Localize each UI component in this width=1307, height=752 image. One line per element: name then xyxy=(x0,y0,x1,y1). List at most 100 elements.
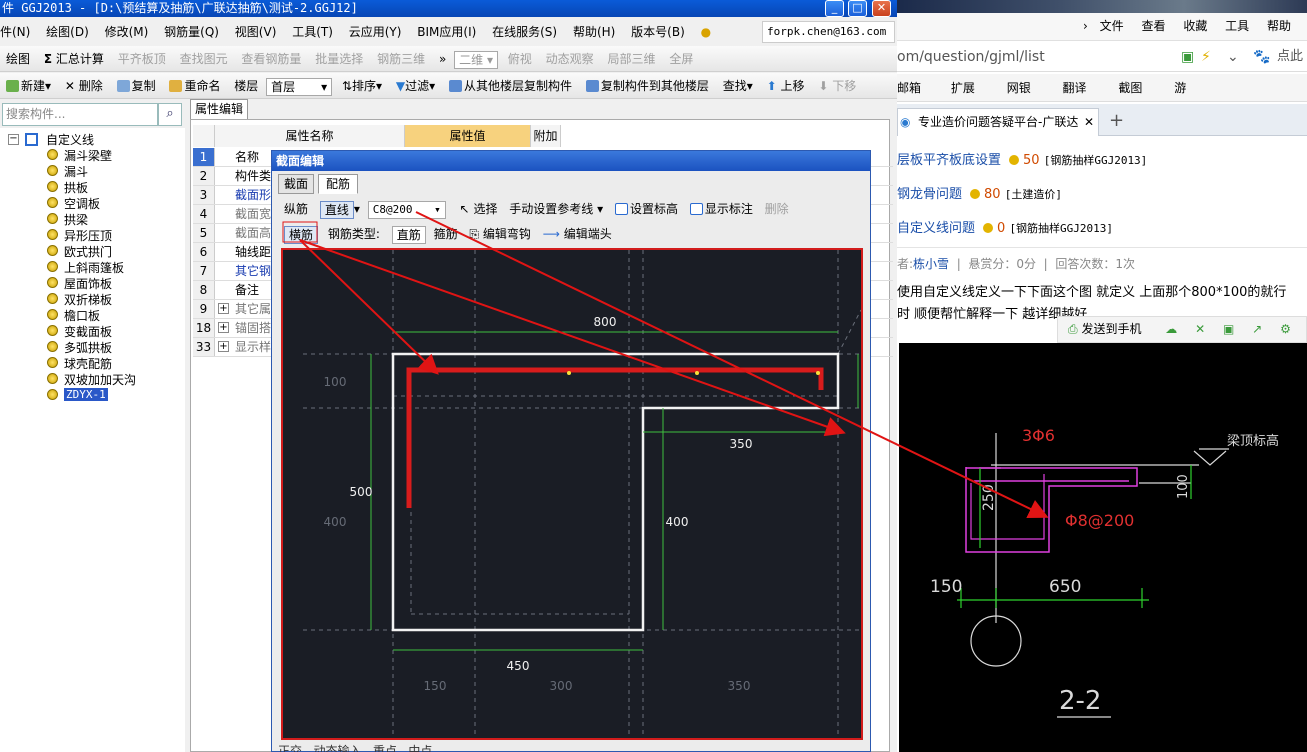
rebar-3d-button[interactable]: 钢筋三维 xyxy=(377,46,425,72)
rebar-point[interactable] xyxy=(567,371,571,375)
delete-button[interactable]: ✕ 删除 xyxy=(65,73,103,99)
save-icon[interactable]: ▣ xyxy=(1223,322,1234,336)
view-rebar-button[interactable]: 查看钢筋量 xyxy=(241,46,301,72)
netbank-button[interactable]: 网银 xyxy=(1007,81,1031,95)
snap-midpoint-toggle[interactable]: 中点 xyxy=(408,744,432,752)
maximize-button[interactable]: □ xyxy=(848,0,867,17)
tab-property-edit[interactable]: 属性编辑 xyxy=(190,99,248,119)
extensions-button[interactable]: 扩展 xyxy=(951,81,975,95)
menu-rebar[interactable]: 钢筋量(Q) xyxy=(164,21,219,43)
question-item[interactable]: 层板平齐板底设置 50 [钢筋抽样GGJ2013] xyxy=(897,150,1147,172)
menu-tools[interactable]: 工具(T) xyxy=(292,21,333,43)
rebar-point[interactable] xyxy=(695,371,699,375)
minimize-button[interactable]: _ xyxy=(825,0,844,17)
copy-button[interactable]: 复制 xyxy=(116,73,156,99)
url-dropdown-icon[interactable]: ⌄ xyxy=(1227,44,1239,70)
copy-from-floor-button[interactable]: 从其他楼层复制构件 xyxy=(449,73,572,99)
question-item[interactable]: 自定义线问题 0 [钢筋抽样GGJ2013] xyxy=(897,218,1113,240)
menu-bim[interactable]: BIM应用(I) xyxy=(417,21,476,43)
set-elevation-button[interactable]: 设置标高 xyxy=(614,197,678,221)
browser-menu-view[interactable]: 查看 xyxy=(1141,19,1165,33)
cloud-icon[interactable]: ☁ xyxy=(1165,322,1177,336)
question-title[interactable]: 层板平齐板底设置 xyxy=(897,153,1001,168)
search-icon[interactable]: ⌕ xyxy=(158,103,182,126)
tree-item[interactable]: 漏斗梁壁 xyxy=(47,147,112,164)
transverse-button[interactable]: 横筋 xyxy=(284,225,319,244)
tab-close-icon[interactable]: ✕ xyxy=(1084,109,1094,135)
tree-item[interactable]: 异形压顶 xyxy=(47,227,112,244)
local-3d-button[interactable]: 局部三维 xyxy=(607,46,655,72)
manual-ref-button[interactable]: 手动设置参考线 ▾ xyxy=(509,197,603,221)
floor-select[interactable]: 首层 ▾ xyxy=(266,77,333,96)
mail-button[interactable]: 邮箱 xyxy=(897,81,921,95)
tree-item[interactable]: 空调板 xyxy=(47,195,100,212)
settings-icon[interactable]: ⚙ xyxy=(1280,322,1291,336)
filter-button[interactable]: ▼过滤▾ xyxy=(396,73,435,99)
address-bar[interactable]: om/question/gjml/list ▣ ⚡ ⌄ 🐾 点此 xyxy=(897,44,1307,72)
dynamic-input-toggle[interactable]: 动态输入 xyxy=(313,744,361,752)
ortho-toggle[interactable]: 正交 xyxy=(278,744,302,752)
rebar-spec-input[interactable]: C8@200 ▾ xyxy=(367,200,446,219)
new-button[interactable]: 新建▾ xyxy=(6,73,51,99)
overflow-chevron-icon[interactable]: » xyxy=(439,46,446,72)
tree-item[interactable]: 漏斗 xyxy=(47,163,88,180)
browser-menu-help[interactable]: 帮助 xyxy=(1267,19,1291,33)
browser-menu-file[interactable]: 文件 xyxy=(1100,19,1124,33)
share-icon[interactable]: ↗ xyxy=(1252,322,1262,336)
browser-tab-active[interactable]: ◉ 专业造价问题答疑平台-广联达 ✕ xyxy=(897,108,1099,136)
section-canvas[interactable]: 800 100 500 400 350 400 450 150 300 350 xyxy=(281,248,863,740)
search-hint[interactable]: 点此 xyxy=(1277,44,1303,70)
rebar-type-select[interactable]: 直筋 xyxy=(391,225,426,244)
collapse-icon[interactable]: − xyxy=(8,134,19,145)
author-link[interactable]: 栋小雪 xyxy=(913,257,949,271)
translate-button[interactable]: 翻译 xyxy=(1063,81,1087,95)
baidu-icon[interactable]: 🐾 xyxy=(1253,44,1270,70)
find-element-button[interactable]: 查找图元 xyxy=(180,46,228,72)
expand-icon[interactable]: + xyxy=(218,341,229,352)
copy-to-floor-button[interactable]: 复制构件到其他楼层 xyxy=(585,73,709,99)
move-up-button[interactable]: ⬆ 上移 xyxy=(767,73,805,99)
tree-item[interactable]: 上斜雨篷板 xyxy=(47,259,124,276)
batch-select-button[interactable]: 批量选择 xyxy=(315,46,363,72)
sort-button[interactable]: ⇅排序▾ xyxy=(342,73,382,99)
tree-item[interactable]: 屋面饰板 xyxy=(47,275,112,292)
line-type-select[interactable]: 直线 xyxy=(319,200,354,219)
screenshot-button[interactable]: 截图 xyxy=(1118,81,1142,95)
tree-item[interactable]: 檐口板 xyxy=(47,307,100,324)
top-view-button[interactable]: 俯视 xyxy=(508,46,532,72)
tab-section[interactable]: 截面 xyxy=(278,174,314,194)
tree-item[interactable]: 变截面板 xyxy=(47,323,112,340)
question-item[interactable]: 钢龙骨问题 80 [土建造价] xyxy=(897,184,1062,206)
show-dimension-button[interactable]: 显示标注 xyxy=(689,197,753,221)
delete-rebar-button[interactable]: 删除 xyxy=(765,197,789,221)
move-down-button[interactable]: ⬇ 下移 xyxy=(818,73,856,99)
edit-end-button[interactable]: ⟶ 编辑端头 xyxy=(543,222,612,246)
select-button[interactable]: ↖ 选择 xyxy=(460,197,498,221)
close-button[interactable]: ✕ xyxy=(872,0,891,17)
question-title[interactable]: 自定义线问题 xyxy=(897,221,975,236)
browser-menu-favorites[interactable]: 收藏 xyxy=(1183,19,1207,33)
expand-icon[interactable]: + xyxy=(218,303,229,314)
stirrup-button[interactable]: 箍筋 xyxy=(434,222,458,246)
tree-item[interactable]: ZDYX-1 xyxy=(47,387,108,401)
tab-rebar[interactable]: 配筋 xyxy=(318,174,358,194)
expand-icon[interactable]: + xyxy=(218,322,229,333)
tree-item[interactable]: 双折梯板 xyxy=(47,291,112,308)
new-tab-icon[interactable]: + xyxy=(1109,110,1124,131)
tree-item[interactable]: 拱梁 xyxy=(47,211,88,228)
tree-item[interactable]: 双坡加加天沟 xyxy=(47,371,136,388)
dynamic-view-button[interactable]: 动态观察 xyxy=(546,46,594,72)
question-title[interactable]: 钢龙骨问题 xyxy=(897,187,962,202)
rebar-point[interactable] xyxy=(816,371,820,375)
menu-draw[interactable]: 绘图(D) xyxy=(46,21,89,43)
tree-item[interactable]: 欧式拱门 xyxy=(47,243,112,260)
snap-endpoint-toggle[interactable]: 重点 xyxy=(373,744,397,752)
rename-button[interactable]: 重命名 xyxy=(169,73,220,99)
menu-view[interactable]: 视图(V) xyxy=(235,21,277,43)
tree-item[interactable]: 多弧拱板 xyxy=(47,339,112,356)
menu-cloud[interactable]: 云应用(Y) xyxy=(349,21,402,43)
menu-online[interactable]: 在线服务(S) xyxy=(492,21,557,43)
tree-item[interactable]: 球壳配筋 xyxy=(47,355,112,372)
line-type-dropdown-icon[interactable]: ▾ xyxy=(354,202,360,216)
expand-icon[interactable]: ✕ xyxy=(1195,322,1205,336)
